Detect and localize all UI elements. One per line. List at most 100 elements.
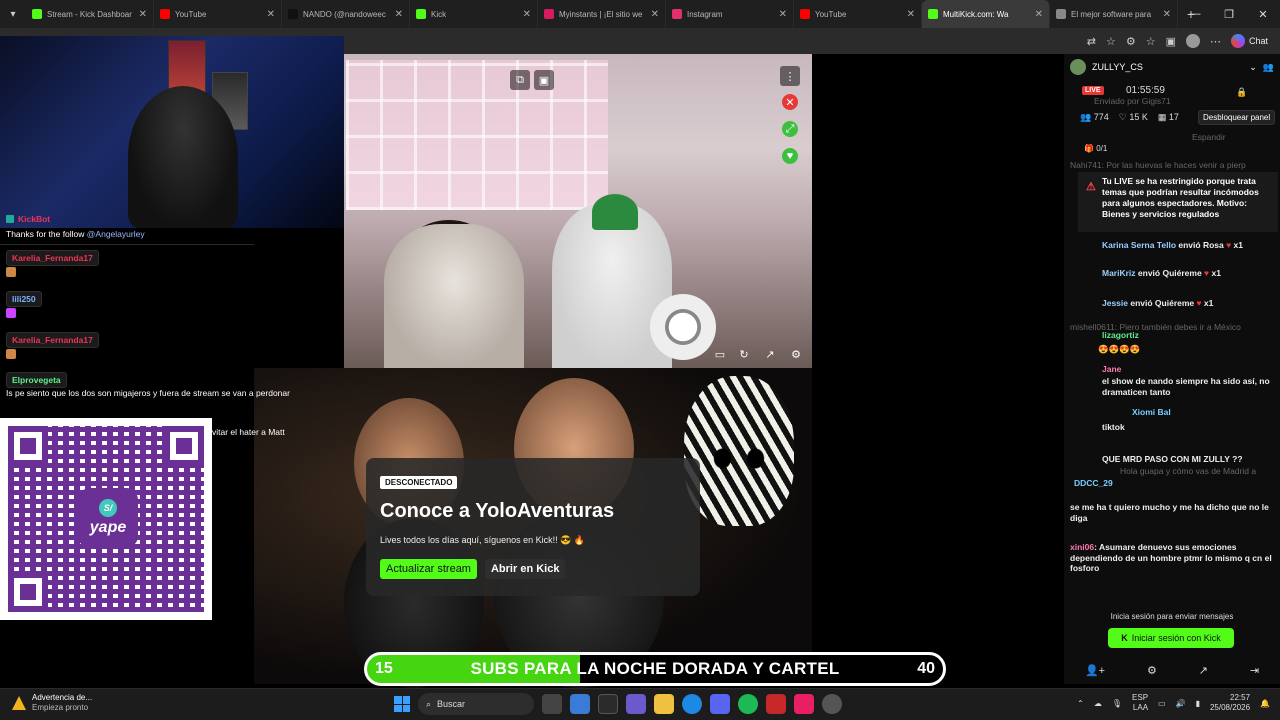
username-3: Karelia_Fernanda17	[6, 332, 99, 348]
start-windows-icon[interactable]	[394, 696, 410, 712]
gift-row: Karina Serna Tello envió Rosa ♥ x1	[1102, 240, 1280, 251]
chevron-down-icon[interactable]: ⌄	[1249, 62, 1257, 73]
chrome-icon[interactable]	[822, 694, 842, 714]
translate-icon[interactable]: ⇄	[1087, 35, 1096, 48]
mic-icon[interactable]: 🎙	[1112, 699, 1122, 708]
stream-player-top[interactable]: ⧉ ▣ ⋮ ✕ ⤢ ♥ ▭ ↻ ↗ ⚙	[344, 54, 812, 368]
spotify-icon[interactable]	[738, 694, 758, 714]
login-prompt: Inicia sesión para enviar mensajes	[1110, 612, 1234, 621]
exit-icon[interactable]: ⇥	[1250, 664, 1259, 677]
settings-gear-icon[interactable]: ⚙	[788, 346, 804, 362]
browser-tab[interactable]: El mejor software para ✕	[1050, 0, 1178, 28]
taskbar-search[interactable]: ⌕ Buscar	[418, 693, 534, 715]
battery-icon[interactable]: ▮	[1196, 699, 1200, 708]
browser-tab[interactable]: NANDO (@nandoweec ✕	[282, 0, 410, 28]
browser-tab[interactable]: Stream - Kick Dashboar ✕	[26, 0, 154, 28]
favorites-icon[interactable]: ☆	[1146, 35, 1156, 48]
drag-handle-icon[interactable]: ⋮	[780, 66, 800, 86]
widgets-icon[interactable]	[570, 694, 590, 714]
keyboard-language[interactable]: ESP LAA	[1132, 693, 1148, 714]
system-tray: ⌃ ☁ 🎙 ESP LAA ▭ 🔊 ▮ 22:57 25/08/2026 🔔	[1077, 693, 1270, 714]
app-icon[interactable]	[766, 694, 786, 714]
theater-icon[interactable]: ▣	[534, 70, 554, 90]
fullscreen-icon[interactable]: ⤢	[782, 121, 798, 137]
more-menu-icon[interactable]: ⋯	[1210, 35, 1221, 48]
sticker-icon	[6, 308, 16, 318]
chat-message: QUE MRD PASO CON MI ZULLY ??	[1102, 454, 1243, 464]
copilot-chat-button[interactable]: Chat	[1230, 34, 1268, 48]
reload-icon[interactable]: ↻	[736, 346, 752, 362]
share-icon[interactable]: ↗	[1199, 664, 1208, 677]
kickbot-text: Thanks for the follow	[6, 229, 87, 239]
clock[interactable]: 22:57 25/08/2026	[1210, 693, 1250, 714]
profile-avatar[interactable]	[1185, 34, 1200, 48]
chat-username: Jane	[1102, 364, 1122, 374]
browser-tab[interactable]: YouTube ✕	[154, 0, 282, 28]
lang-variant: LAA	[1132, 703, 1149, 713]
tab-close-icon[interactable]: ✕	[523, 9, 531, 20]
copilot-app-icon[interactable]	[626, 694, 646, 714]
favorite-heart-icon[interactable]: ♥	[782, 148, 798, 164]
minimize-icon[interactable]: —	[1178, 0, 1212, 28]
live-badge: LIVE	[1082, 86, 1104, 95]
close-window-icon[interactable]: ✕	[1246, 0, 1280, 28]
tab-close-icon[interactable]: ✕	[1035, 9, 1043, 20]
unlock-panel-button[interactable]: Desbloquear panel	[1198, 110, 1276, 125]
tab-strip: Stream - Kick Dashboar ✕ YouTube ✕ NANDO (@n…	[26, 0, 1178, 28]
tab-close-icon[interactable]: ✕	[907, 9, 915, 20]
tab-close-icon[interactable]: ✕	[651, 9, 659, 20]
chat-message: se me ha t quiero mucho y me ha dicho qu…	[1070, 502, 1269, 523]
gift-heart-icon: ♥	[1196, 298, 1204, 308]
add-user-icon[interactable]: 👤+	[1085, 664, 1105, 677]
cloud-icon[interactable]: ☁	[1094, 699, 1102, 708]
captions-icon[interactable]: ▭	[712, 346, 728, 362]
browser-tab[interactable]: YouTube ✕	[794, 0, 922, 28]
task-view-icon[interactable]	[542, 694, 562, 714]
tab-close-icon[interactable]: ✕	[779, 9, 787, 20]
extensions-icon[interactable]: ⚙	[1126, 35, 1136, 48]
emote-row: 😍😍😍😍	[1098, 344, 1141, 354]
gift-row: Jessie envió Quiéreme ♥ x1	[1102, 298, 1280, 309]
browser-tab[interactable]: Kick ✕	[410, 0, 538, 28]
refresh-stream-button[interactable]: Actualizar stream	[380, 559, 477, 579]
tab-label: El mejor software para	[1071, 9, 1152, 19]
maximize-icon[interactable]: ❐	[1212, 0, 1246, 28]
store-icon[interactable]	[598, 694, 618, 714]
green-cap	[592, 194, 638, 230]
browser-tab[interactable]: MultiKick.com: Wa ✕	[922, 0, 1050, 28]
channel-name[interactable]: ZULLYY_CS	[1092, 62, 1143, 72]
file-explorer-icon[interactable]	[654, 694, 674, 714]
open-in-kick-button[interactable]: Abrir en Kick	[484, 559, 566, 579]
tab-close-icon[interactable]: ✕	[139, 9, 147, 20]
tab-close-icon[interactable]: ✕	[1163, 9, 1171, 20]
subs-target: 40	[917, 660, 935, 677]
tab-close-icon[interactable]: ✕	[267, 9, 275, 20]
browser-tab[interactable]: Myinstants | ¡El sitio we ✕	[538, 0, 666, 28]
bookmark-star-icon[interactable]: ☆	[1106, 35, 1116, 48]
chat-row-1: Karelia_Fernanda17	[6, 250, 99, 266]
network-icon[interactable]: ▭	[1158, 699, 1166, 708]
kick-login-button[interactable]: K Iniciar sesión con Kick	[1108, 628, 1234, 648]
taskbar-notice[interactable]: Advertencia de... Empieza pronto	[12, 693, 92, 713]
username-1: Karelia_Fernanda17	[6, 250, 99, 266]
subs-goal-label: SUBS PARA LA NOCHE DORADA Y CARTEL	[470, 659, 840, 678]
settings-icon[interactable]: ⚙	[1147, 664, 1157, 677]
channel-avatar[interactable]	[1070, 59, 1086, 75]
tab-favicon	[544, 9, 554, 19]
users-icon[interactable]: 👥	[1263, 62, 1274, 73]
remove-stream-icon[interactable]: ✕	[782, 94, 798, 110]
chevron-up-icon[interactable]: ⌃	[1077, 699, 1084, 708]
tab-search-menu[interactable]: ▾	[0, 0, 26, 28]
tiktok-icon[interactable]	[794, 694, 814, 714]
popout-icon[interactable]: ↗	[762, 346, 778, 362]
volume-icon[interactable]: 🔊	[1176, 699, 1186, 708]
edge-icon[interactable]	[682, 694, 702, 714]
browser-tab[interactable]: Instagram ✕	[666, 0, 794, 28]
gift-text: envió Quiéreme	[1135, 268, 1205, 278]
collections-icon[interactable]: ▣	[1166, 35, 1176, 48]
tab-close-icon[interactable]: ✕	[395, 9, 403, 20]
pip-icon[interactable]: ⧉	[510, 70, 530, 90]
discord-icon[interactable]	[710, 694, 730, 714]
notifications-icon[interactable]: 🔔	[1260, 699, 1270, 708]
lock-icon[interactable]: 🔒	[1236, 87, 1247, 98]
